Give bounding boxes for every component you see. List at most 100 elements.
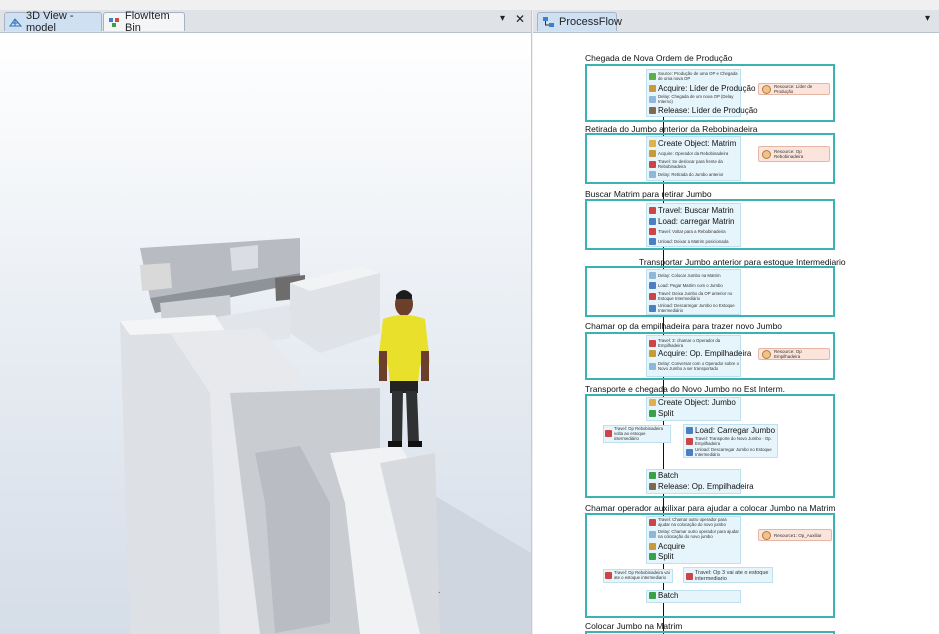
batch-activity[interactable]: Batch [649, 591, 678, 600]
travel-icon [649, 339, 656, 347]
delay-activity[interactable]: Delay: Retirada do Jumbo anterior [649, 171, 739, 178]
delay-icon [649, 530, 656, 538]
release-activity[interactable]: Release: Líder de Produção [649, 106, 758, 115]
travel-activity[interactable]: Travel: Buscar Matrin [649, 206, 734, 215]
travel-activity[interactable]: Travel: Transporte do Novo Jumbo - Op. E… [686, 436, 776, 446]
source-icon [649, 72, 656, 80]
batch-icon [649, 592, 656, 599]
tab-label: FlowItem Bin [125, 10, 170, 34]
travel-icon [649, 160, 656, 168]
left-pane: 3D View - model FlowItem Bin ▾ ✕ [0, 10, 532, 634]
resource-block[interactable]: Resource: Op Empilhadeira [758, 348, 830, 360]
release-icon [649, 107, 656, 114]
batch-activity[interactable]: Batch [649, 471, 678, 480]
travel-icon [649, 292, 656, 300]
delay-icon [649, 95, 656, 103]
3d-viewport[interactable] [0, 33, 531, 634]
travel-activity[interactable]: Travel: Voltar para a Rebobinadeira [649, 228, 739, 235]
travel-icon [686, 437, 693, 445]
acquire-icon [649, 543, 656, 550]
delay-activity[interactable]: Delay: Conversar com o Operador sobre o … [649, 361, 739, 371]
travel-activity[interactable]: Travel: Se deslocar para frente da Rebob… [649, 159, 739, 169]
resource-icon [762, 349, 771, 359]
section-title: Chegada de Nova Ordem de Produção [585, 53, 733, 63]
source-activity[interactable]: Source: Produção de uma OP e Chegada de … [649, 71, 739, 81]
travel-icon [605, 571, 612, 579]
processflow-canvas[interactable]: Chegada de Nova Ordem de Produção Source… [533, 33, 939, 634]
right-pane: ProcessFlow ▾ Chegada de Nova Ordem de P… [533, 10, 939, 634]
tab-3d-view[interactable]: 3D View - model [4, 10, 102, 34]
delay-activity[interactable]: Delay: Colocar Jumbo na Matrim [649, 272, 739, 279]
unload-activity[interactable]: Unload: Descarregar Jumbo no Estoque Int… [649, 303, 739, 313]
create-object-icon [649, 140, 656, 147]
load-icon [686, 427, 693, 434]
processflow-icon [542, 16, 555, 28]
split-activity[interactable]: Split [649, 552, 674, 561]
pin-icon[interactable]: ▾ [500, 13, 505, 24]
section-title: Chamar operador auxilixar para ajudar a … [585, 503, 836, 513]
tab-flowitem-bin[interactable]: FlowItem Bin [103, 10, 185, 34]
section-title: Chamar op da empilhadeira para trazer no… [585, 321, 783, 331]
split-icon [649, 410, 656, 417]
tab-processflow[interactable]: ProcessFlow [537, 12, 622, 31]
acquire-activity[interactable]: Acquire: Op. Empilhadeira [649, 349, 751, 358]
delay-icon [649, 272, 656, 279]
load-activity[interactable]: Load: Carregar Jumbo [686, 426, 775, 435]
right-tabbar: ProcessFlow ▾ [533, 10, 939, 33]
load-activity[interactable]: Load: carregar Matrin [649, 217, 734, 226]
travel-icon [649, 518, 656, 526]
travel-activity[interactable]: Travel: Op 3 vai ate o estoque intermedi… [686, 570, 772, 582]
tab-label: 3D View - model [26, 10, 74, 34]
load-activity[interactable]: Load: Pegar Matrim com o Jumbo [649, 282, 739, 289]
acquire-activity[interactable]: Acquire: Líder de Produção [649, 84, 755, 93]
pin-icon[interactable]: ▾ [925, 13, 930, 24]
acquire-icon [649, 150, 656, 157]
delay-icon [649, 171, 656, 178]
delay-activity[interactable]: Delay: Chamar outro operador para ajudar… [649, 529, 739, 539]
travel-icon [649, 228, 656, 235]
create-object-activity[interactable]: Create Object: Jumbo [649, 398, 736, 407]
resource-block[interactable]: Resource: Op Rebobinadeira [758, 146, 830, 162]
travel-activity[interactable]: Travel: Op Rebobinadeira vai ate o estoq… [605, 570, 671, 580]
travel-icon [605, 430, 612, 437]
grid-3d-icon [9, 16, 23, 28]
acquire-activity[interactable]: Acquire [649, 542, 685, 551]
section-title: Transporte e chegada do Novo Jumbo no Es… [585, 384, 786, 394]
unload-activity[interactable]: Unload: Descarregar Jumbo no Estoque Int… [686, 447, 776, 457]
travel-activity[interactable]: Travel: Deixa Jumbo da OP anterior no Es… [649, 291, 739, 301]
unload-icon [649, 304, 656, 312]
unload-activity[interactable]: Unload: Deixar a Matrim posicionada [649, 238, 739, 245]
acquire-activity[interactable]: Acquire: Operador da Rebobinadeira [649, 150, 739, 157]
travel-activity[interactable]: Travel: Op Rebobinadeira volta ao estoqu… [605, 426, 669, 441]
section-title: Colocar Jumbo na Matrim [585, 621, 683, 631]
travel-icon [686, 572, 693, 580]
acquire-icon [649, 350, 656, 357]
load-icon [649, 218, 656, 225]
left-tabbar: 3D View - model FlowItem Bin ▾ ✕ [0, 10, 531, 34]
resource-icon [762, 84, 771, 94]
resource-block[interactable]: Resource1: Op_Auxiliar [758, 529, 832, 541]
create-object-activity[interactable]: Create Object: Matrim [649, 139, 736, 148]
split-icon [649, 553, 656, 560]
unload-icon [686, 448, 693, 456]
section-title: Buscar Matrim para retirar Jumbo [585, 189, 712, 199]
resource-icon [762, 530, 771, 540]
resource-block[interactable]: Resource: Líder de Produção [758, 83, 830, 95]
3d-scene [120, 238, 531, 634]
release-icon [649, 483, 656, 490]
batch-icon [649, 472, 656, 479]
flowitem-bin-icon [108, 16, 121, 28]
travel-activity[interactable]: Travel: Chamar outro operador para ajuda… [649, 517, 739, 527]
split-activity[interactable]: Split [649, 409, 674, 418]
unload-icon [649, 238, 656, 245]
acquire-icon [649, 85, 656, 92]
load-icon [649, 282, 656, 289]
tab-label: ProcessFlow [559, 16, 622, 28]
travel-icon [649, 207, 656, 214]
resource-icon [762, 149, 771, 159]
close-icon[interactable]: ✕ [515, 12, 525, 26]
delay-activity[interactable]: Delay: Chegada de um nova OP (Delay Inte… [649, 94, 739, 104]
travel-activity[interactable]: Travel: 3: chamar o Operador da Empilhad… [649, 338, 739, 348]
release-activity[interactable]: Release: Op. Empilhadeira [649, 482, 754, 491]
delay-icon [649, 362, 656, 370]
